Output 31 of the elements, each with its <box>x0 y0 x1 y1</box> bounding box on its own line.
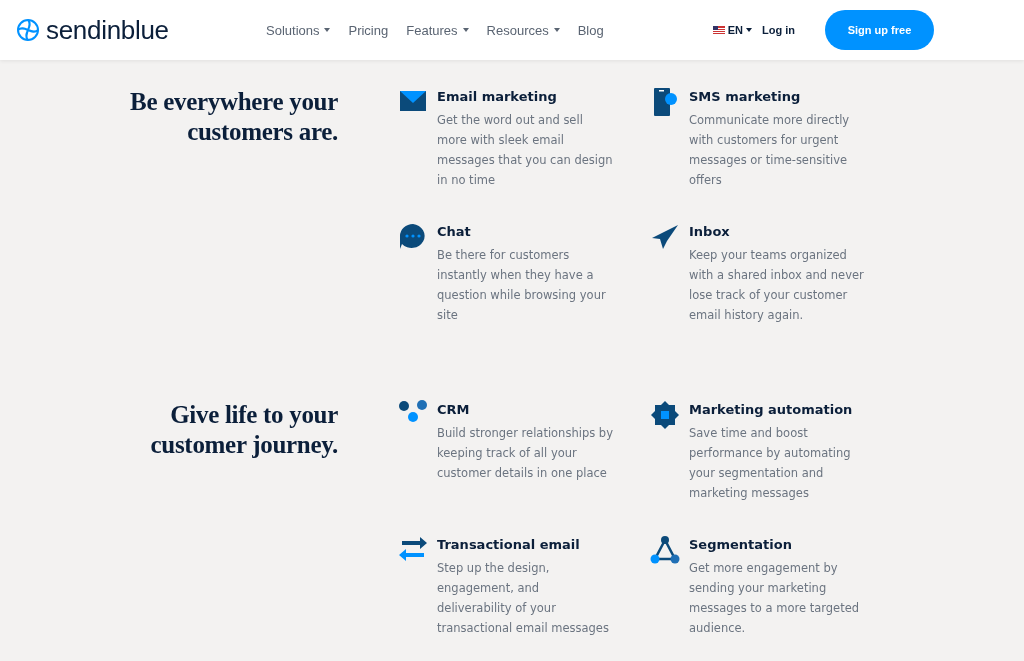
feature-description: Build stronger relationships by keeping track of all your customer details in one place <box>437 425 613 482</box>
language-selector[interactable]: EN <box>727 24 743 36</box>
gear-icon <box>650 400 680 430</box>
nav-link[interactable]: Resources <box>486 22 560 38</box>
feature-title: Chat <box>437 224 472 239</box>
feature-title: SMS marketing <box>689 89 802 104</box>
logo-icon <box>16 18 40 42</box>
nav-link[interactable]: Blog <box>577 22 604 38</box>
feature-description: Step up the design, engagement, and deliverability of your transactional email messages <box>437 560 610 637</box>
nav-link[interactable]: Pricing <box>348 22 389 38</box>
caret-icon <box>746 28 752 32</box>
feature-title: Marketing automation <box>689 402 854 417</box>
feature-description: Communicate more directly with customers for urgent messages or time-sensitive offers <box>689 112 851 189</box>
feature-title: Inbox <box>689 224 731 239</box>
feature-description: Get the word out and sell more with sleek email messages that you can design in no time <box>437 112 613 189</box>
feature-title: Segmentation <box>689 537 793 552</box>
nav-link[interactable]: Features <box>406 22 469 38</box>
feature-description: Keep your teams organized with a shared inbox and never lose track of your customer email history again. <box>689 247 865 324</box>
section-heading: Be everywhere your customers are. <box>129 87 338 147</box>
feature-description: Save time and boost performance by automating your segmentation and marketing messages <box>689 425 852 502</box>
feature-description: Be there for customers instantly when they have a question while browsing your site <box>437 247 607 324</box>
flag-icon <box>712 26 725 34</box>
nav-link[interactable]: Solutions <box>266 22 331 38</box>
triangle-nodes-icon <box>650 535 680 565</box>
feature-title: CRM <box>437 402 471 417</box>
logo-text[interactable]: sendinblue <box>46 14 169 46</box>
section-heading: Give life to your customer journey. <box>149 400 338 460</box>
feature-title: Email marketing <box>437 89 558 104</box>
feature-title: Transactional email <box>437 537 581 552</box>
login-link[interactable]: Log in <box>762 24 795 36</box>
feature-description: Get more engagement by sending your marketing messages to a more targeted audience. <box>689 560 861 637</box>
